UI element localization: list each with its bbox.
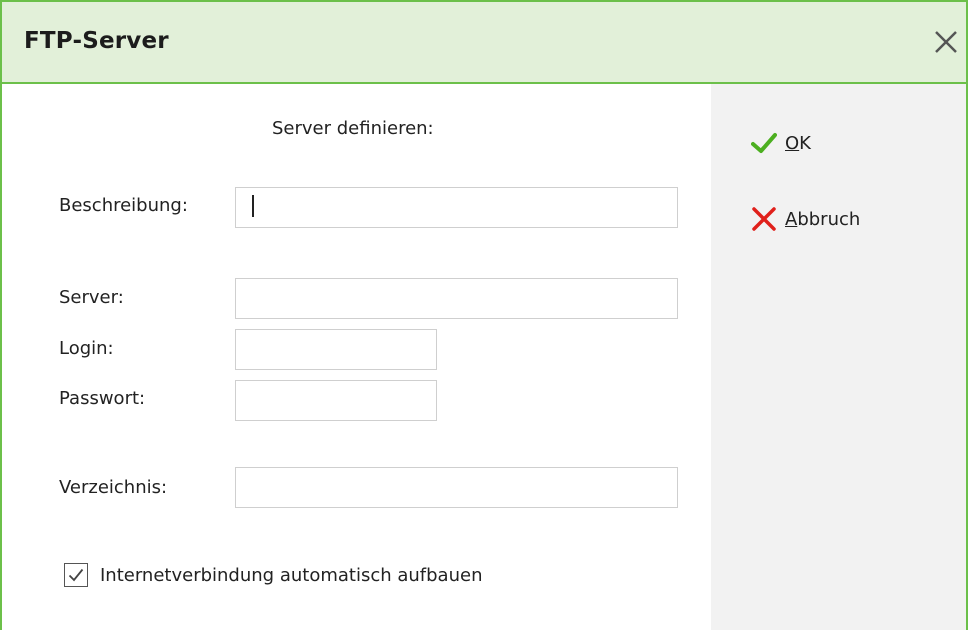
auto-connect-label: Internetverbindung automatisch aufbauen: [100, 564, 483, 586]
server-input[interactable]: [235, 278, 678, 319]
ok-button[interactable]: OK: [751, 130, 811, 156]
ftp-server-dialog: FTP-Server Server definieren: Beschreibu…: [0, 0, 968, 630]
cancel-button[interactable]: Abbruch: [751, 206, 860, 232]
password-input[interactable]: [235, 380, 437, 421]
server-label: Server:: [59, 287, 124, 308]
password-label: Passwort:: [59, 388, 146, 409]
login-input[interactable]: [235, 329, 437, 370]
description-input[interactable]: [235, 187, 678, 228]
action-panel: OK Abbruch: [711, 84, 966, 630]
auto-connect-option[interactable]: Internetverbindung automatisch aufbauen: [64, 563, 482, 587]
check-icon: [751, 133, 777, 153]
directory-label: Verzeichnis:: [59, 477, 168, 498]
ok-label: OK: [785, 132, 811, 154]
auto-connect-checkbox[interactable]: [64, 563, 88, 587]
dialog-title: FTP-Server: [24, 28, 169, 54]
description-label: Beschreibung:: [59, 195, 188, 216]
close-button[interactable]: [932, 28, 960, 56]
checkmark-icon: [68, 568, 84, 582]
close-icon: [935, 31, 957, 53]
login-label: Login:: [59, 338, 114, 359]
form-heading: Server definieren:: [272, 118, 434, 139]
directory-input[interactable]: [235, 467, 678, 508]
text-caret: [252, 195, 254, 217]
title-bar: FTP-Server: [2, 2, 966, 84]
cancel-label: Abbruch: [785, 208, 861, 230]
x-icon: [752, 207, 776, 231]
